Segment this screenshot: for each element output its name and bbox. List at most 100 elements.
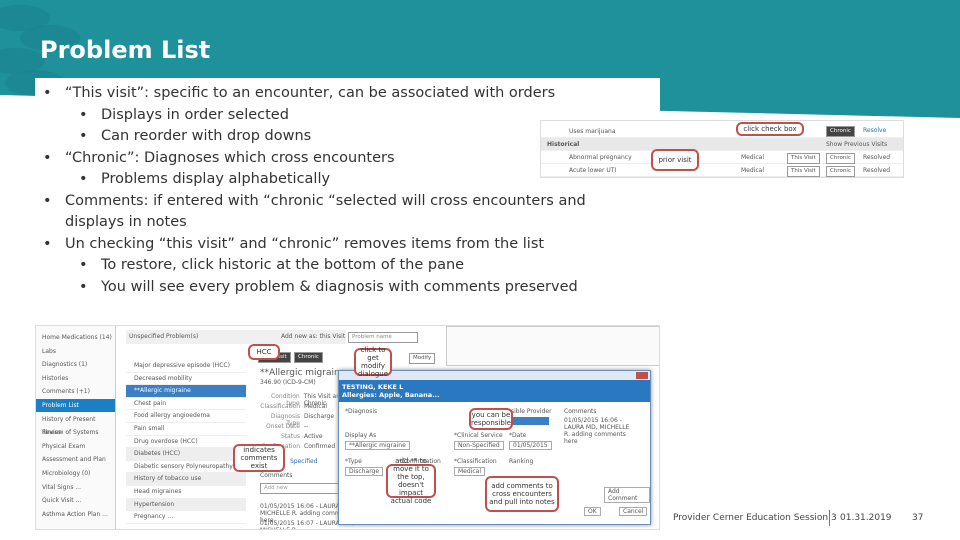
sidebar-item[interactable]: Home Medications (14) xyxy=(36,331,115,344)
dialog-date[interactable]: 01/05/2015 xyxy=(509,441,552,450)
classification: Medical xyxy=(741,167,764,174)
bullet-item: • Can reorder with drop downs xyxy=(79,128,312,144)
unspecified-problems[interactable]: Unspecified Problem(s) xyxy=(129,333,198,340)
sidebar-item[interactable]: Quick Visit ... xyxy=(36,494,115,507)
sidebar-item[interactable]: Microbiology (0) xyxy=(36,467,115,480)
callout-cross-encounters: add comments to cross encounters and pul… xyxy=(485,476,559,512)
problem-row[interactable]: Pain small xyxy=(126,423,246,436)
this-visit-checkbox[interactable]: This Visit xyxy=(787,166,820,177)
footer-session: Provider Cerner Education Session 3 xyxy=(673,513,837,523)
bullet-item: • To restore, click historic at the botto… xyxy=(79,257,464,273)
dialog-ranking-label: Ranking xyxy=(509,458,534,465)
problem-row[interactable]: History of tobacco use xyxy=(126,473,246,486)
patient-name: TESTING, KEKE L xyxy=(342,383,404,391)
bullet-list: • “This visit”: specific to an encounter,… xyxy=(35,78,660,303)
resolved-link[interactable]: Resolved xyxy=(863,154,890,161)
bullet-icon: • xyxy=(43,192,52,209)
bullet-item: • Un checking “this visit” and “chronic” … xyxy=(43,235,545,252)
bullet-icon: • xyxy=(79,257,88,273)
sidebar-item[interactable]: Histories xyxy=(36,372,115,385)
classification: Medical xyxy=(741,154,764,161)
slide-title: Problem List xyxy=(40,36,211,64)
sidebar-item[interactable]: Assessment and Plan xyxy=(36,453,115,466)
field-label: Status xyxy=(280,433,300,440)
resolved-link[interactable]: Resolved xyxy=(863,167,890,174)
specified-link[interactable]: Specified xyxy=(290,458,318,465)
dialog-cancel[interactable]: Cancel xyxy=(619,507,648,516)
field-value: Active xyxy=(304,433,323,440)
chart-sidebar: Home Medications (14) Labs Diagnostics (1)… xyxy=(36,326,116,529)
dialog-add-comment[interactable]: Add Comment xyxy=(604,487,650,503)
bullet-icon: • xyxy=(79,278,88,295)
callout-hcc: HCC xyxy=(248,344,280,360)
problem-row[interactable]: Hypertension xyxy=(126,498,246,512)
callout-responsible: you can be responsible xyxy=(469,408,513,430)
problem-row[interactable]: Drug overdose (HCC) xyxy=(126,436,246,449)
bullet-text: Can reorder with drop downs xyxy=(101,128,312,144)
modify-button[interactable]: Modify xyxy=(409,353,436,364)
callout-click-check-box: click check box xyxy=(736,122,804,136)
add-new-as-dropdown[interactable]: Add new as: this Visit xyxy=(281,333,345,340)
problem-row[interactable]: Chest pain xyxy=(126,398,246,411)
bullet-icon: • xyxy=(43,149,52,166)
problem-row[interactable]: **Allergic migraine xyxy=(126,385,246,398)
chronic-checked[interactable]: Chronic xyxy=(826,126,855,137)
callout-prior-visit: prior visit xyxy=(651,149,699,171)
sidebar-item[interactable]: Labs xyxy=(36,345,115,358)
bullet-icon: • xyxy=(79,106,88,123)
sidebar-item[interactable]: History of Present Illness xyxy=(36,413,115,436)
bullet-text: Displays in order selected xyxy=(101,106,289,123)
allergies: Allergies: Apple, Banana... xyxy=(342,391,440,399)
sidebar-item[interactable]: Diagnostics (1) xyxy=(36,358,115,371)
dialog-clinical-service[interactable]: Non-Specified xyxy=(454,441,504,450)
field-label: Classification xyxy=(260,403,300,410)
problem-row[interactable]: Diabetic sensory Polyneuropathy (HCC) xyxy=(126,461,246,482)
sidebar-item[interactable]: Asthma Action Plan ... xyxy=(36,508,115,521)
dialog-display-as[interactable]: **Allergic migraine xyxy=(345,441,410,450)
problem-row[interactable]: Diabetes (HCC) xyxy=(126,448,246,461)
bullet-item: • Problems display alphabetically xyxy=(79,171,331,187)
sidebar-item[interactable]: Vital Signs ... xyxy=(36,481,115,494)
field-label: Onset Date xyxy=(266,423,300,430)
close-icon[interactable] xyxy=(636,372,648,379)
detail-code: 346.90 (ICD-9-CM) xyxy=(260,379,316,386)
problem-row[interactable]: Pregnancy ... xyxy=(126,511,246,524)
dialog-ok[interactable]: OK xyxy=(584,507,601,516)
bullet-text: “This visit”: specific to an encounter, … xyxy=(65,85,556,101)
dialog-date-label: *Date xyxy=(509,432,527,439)
bullet-icon: • xyxy=(79,128,88,144)
dialog-type[interactable]: Discharge xyxy=(345,467,384,476)
dialog-clinical-service-label: *Clinical Service xyxy=(454,432,503,439)
problem-row[interactable]: Head migraines xyxy=(126,486,246,499)
field-value: -- xyxy=(304,423,309,430)
problem-row[interactable]: Food allergy angioedema xyxy=(126,410,246,423)
callout-comments-exist: indicates comments exist xyxy=(233,444,285,472)
problem-row[interactable]: Decreased mobility xyxy=(126,373,246,386)
sidebar-item[interactable]: Comments (+1) xyxy=(36,385,115,398)
bullet-text: “Chronic”: Diagnoses which cross encount… xyxy=(65,149,395,166)
dialog-type-label: *Type xyxy=(345,458,362,465)
dialog-classification[interactable]: Medical xyxy=(454,467,485,476)
sidebar-item[interactable]: Problem List xyxy=(36,399,115,412)
sidebar-item[interactable]: Physical Exam xyxy=(36,440,115,453)
chronic-checkbox[interactable]: Chronic xyxy=(826,153,855,164)
dialog-display-as-label: Display As xyxy=(345,432,377,439)
show-previous-visits[interactable]: Show Previous Visits xyxy=(826,141,887,148)
problem-search-input[interactable]: Problem name xyxy=(348,332,418,343)
resolve-link[interactable]: Resolve xyxy=(863,127,886,134)
bullet-text: Un checking “this visit” and “chronic” r… xyxy=(65,235,545,252)
this-visit-checkbox[interactable]: This Visit xyxy=(787,153,820,164)
problem-row[interactable]: Major depressive episode (HCC) xyxy=(126,360,246,373)
chronic-toggle[interactable]: Chronic xyxy=(294,352,323,363)
detail-title: **Allergic migraine xyxy=(260,368,346,378)
sidebar-item[interactable]: Review of Systems xyxy=(36,426,115,439)
bullet-item: displays in notes xyxy=(65,214,187,230)
field-label: Diagnosis Type xyxy=(270,413,300,427)
chronic-checkbox[interactable]: Chronic xyxy=(826,166,855,177)
page-number: 37 xyxy=(912,513,924,523)
callout-modify: click to get modify dialogue xyxy=(354,346,392,378)
bullet-icon: • xyxy=(79,171,88,187)
screenshot-problem-list-historical: Uses marijuana Historical Abnormal pregn… xyxy=(540,120,904,178)
dialog-comments-label: Comments xyxy=(564,408,597,415)
bullet-text: Problems display alphabetically xyxy=(101,171,331,187)
